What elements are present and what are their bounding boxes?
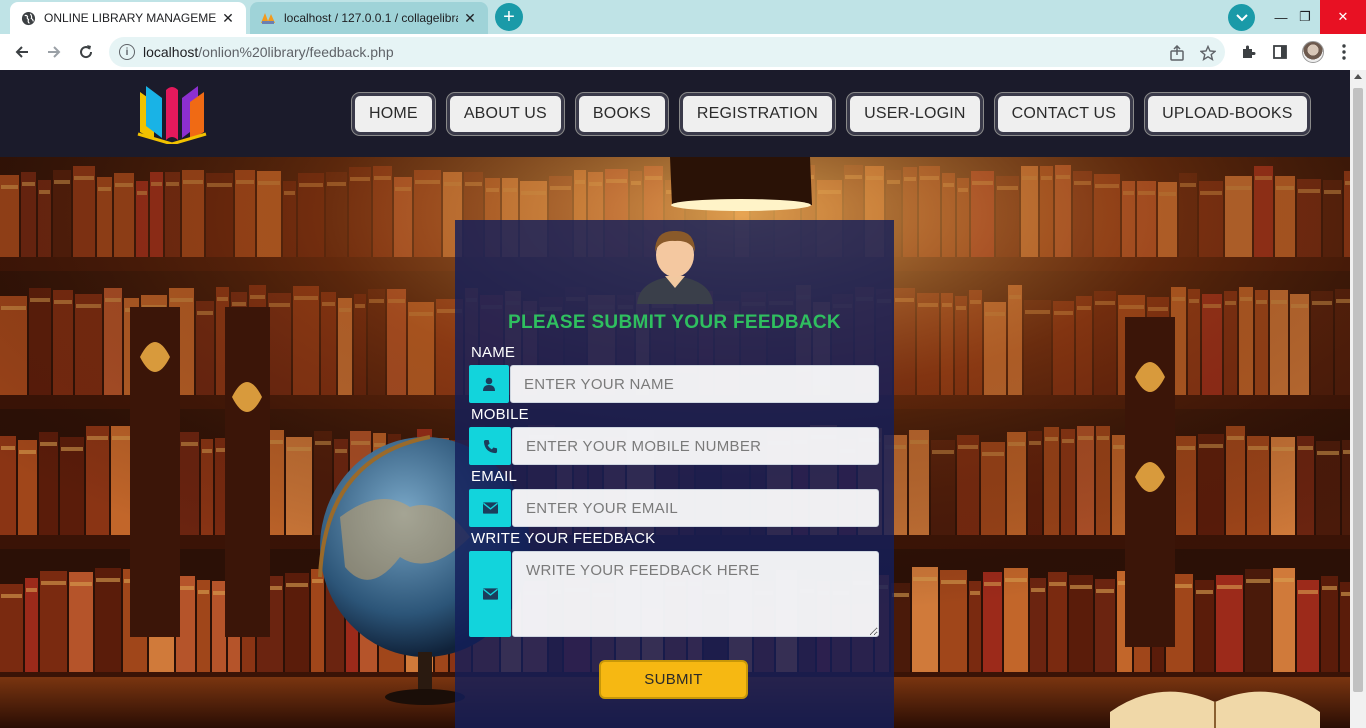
browser-toolbar: i localhost/onlion%20library/feedback.ph… [0,34,1366,70]
url-host: localhost [143,44,199,60]
profile-avatar[interactable] [1302,41,1324,63]
envelope-icon [469,489,511,527]
user-icon [469,365,509,403]
feedback-textarea[interactable] [512,551,879,637]
share-icon[interactable] [1168,44,1186,62]
back-button[interactable] [10,40,34,64]
email-input[interactable] [512,489,879,527]
nav-books[interactable]: BOOKS [574,92,669,136]
window-close-button[interactable]: ✕ [1320,0,1366,34]
url-path: /onlion%20library/feedback.php [198,44,394,60]
browser-tab-bar: ONLINE LIBRARY MANAGEMENT ✕ localhost / … [0,0,1366,34]
name-label: NAME [471,344,516,361]
new-tab-button[interactable]: + [495,3,523,31]
form-title: PLEASE SUBMIT YOUR FEEDBACK [508,312,841,333]
mobile-label: MOBILE [471,406,529,423]
scroll-up-arrow-icon[interactable] [1354,74,1362,79]
nav-registration[interactable]: REGISTRATION [678,92,837,136]
address-bar[interactable]: i localhost/onlion%20library/feedback.ph… [109,37,1225,67]
feedback-form: PLEASE SUBMIT YOUR FEEDBACK NAME MOBILE … [455,220,894,728]
close-icon[interactable]: ✕ [462,10,478,26]
site-header: HOME ABOUT US BOOKS REGISTRATION USER-LO… [0,70,1350,157]
close-icon[interactable]: ✕ [220,10,236,26]
info-icon[interactable]: i [119,44,135,60]
feedback-label: WRITE YOUR FEEDBACK [471,530,656,547]
chevron-down-icon [1235,13,1248,21]
user-avatar-icon [635,228,715,304]
nav-upload-books[interactable]: UPLOAD-BOOKS [1144,92,1311,136]
kebab-menu-icon[interactable] [1334,42,1354,62]
mobile-input[interactable] [512,427,879,465]
submit-button[interactable]: SUBMIT [599,660,748,699]
side-panel-icon[interactable] [1270,42,1290,62]
scrollbar-thumb[interactable] [1353,88,1363,692]
tab-title: ONLINE LIBRARY MANAGEMENT [44,11,216,25]
main-nav: HOME ABOUT US BOOKS REGISTRATION USER-LO… [351,92,1311,136]
tab-phpmyadmin[interactable]: localhost / 127.0.0.1 / collagelibra ✕ [250,2,488,34]
nav-home[interactable]: HOME [351,92,436,136]
bookmark-star-icon[interactable] [1199,44,1217,62]
envelope-icon [469,551,511,637]
arrow-right-icon [48,46,61,58]
name-input[interactable] [510,365,879,403]
tab-search-button[interactable] [1228,4,1255,31]
tab-online-library[interactable]: ONLINE LIBRARY MANAGEMENT ✕ [10,2,246,34]
url-text: localhost/onlion%20library/feedback.php [143,44,394,60]
library-logo[interactable] [136,82,208,146]
page-viewport: HOME ABOUT US BOOKS REGISTRATION USER-LO… [0,70,1350,728]
email-label: EMAIL [471,468,518,485]
nav-contact-us[interactable]: CONTACT US [993,92,1135,136]
phpmyadmin-icon [260,10,276,26]
nav-user-login[interactable]: USER-LOGIN [846,92,984,136]
reload-button[interactable] [74,40,98,64]
page-scrollbar[interactable] [1350,70,1366,728]
reload-icon [80,45,93,59]
nav-about-us[interactable]: ABOUT US [445,92,565,136]
tab-title: localhost / 127.0.0.1 / collagelibra [284,11,458,25]
arrow-left-icon [15,46,28,58]
extensions-icon[interactable] [1238,42,1258,62]
phone-icon [469,427,511,465]
forward-button[interactable] [42,40,66,64]
globe-icon [20,10,36,26]
